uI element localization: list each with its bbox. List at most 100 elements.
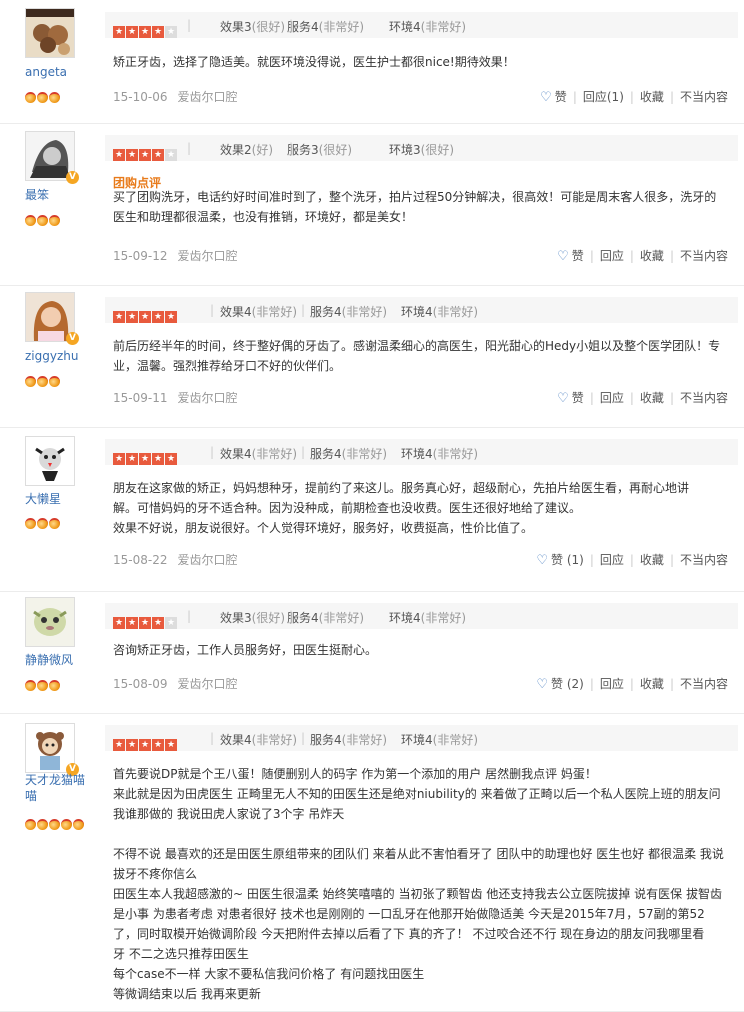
username[interactable]: ziggyzhu <box>25 348 78 364</box>
medal-icon <box>25 215 36 226</box>
medal-icon <box>49 518 60 529</box>
review-text: 买了团购洗牙，电话约好时间准时到了，整个洗牙，拍片过程50分钟解决，很高效！可能… <box>113 190 717 224</box>
review-date: 15-10-06 <box>113 90 168 104</box>
score-environment: 环境4(非常好) <box>401 447 479 461</box>
review-actions: ♡ 赞 | 回应 | 收藏 | 不当内容 <box>557 249 728 264</box>
reply-button[interactable]: 回应 <box>600 249 624 263</box>
username[interactable]: 静静微风 <box>25 652 73 668</box>
like-button[interactable]: ♡ 赞 <box>557 249 584 264</box>
star-icon: ★ <box>165 311 177 323</box>
star-icon: ★ <box>113 453 125 465</box>
shop-link[interactable]: 爱齿尔口腔 <box>177 249 237 263</box>
score-bar: ★ ★ ★ ★ ★ | 效果3(很好) 服务4(非常好) | 环境4(非常好) <box>105 12 738 38</box>
user-level-medals <box>25 211 61 226</box>
star-icon: ★ <box>139 26 151 38</box>
review-date: 15-08-09 <box>113 677 168 691</box>
favorite-button[interactable]: 收藏 <box>640 249 664 263</box>
like-button[interactable]: ♡ 赞 (1) <box>536 553 584 568</box>
review-date: 15-09-12 <box>113 249 168 263</box>
like-button[interactable]: ♡ 赞 <box>540 90 567 105</box>
score-environment: 环境4(非常好) <box>389 611 467 625</box>
report-button[interactable]: 不当内容 <box>680 90 728 104</box>
reply-button[interactable]: 回应 <box>600 391 624 405</box>
user-level-medals <box>25 815 85 830</box>
reply-button[interactable]: 回应 <box>600 677 624 691</box>
medal-icon <box>49 376 60 387</box>
user-level-medals <box>25 514 61 529</box>
medal-icon <box>37 215 48 226</box>
star-icon: ★ <box>126 617 138 629</box>
review-date: 15-09-11 <box>113 391 168 405</box>
star-icon: ★ <box>152 453 164 465</box>
report-button[interactable]: 不当内容 <box>680 249 728 263</box>
shop-link[interactable]: 爱齿尔口腔 <box>177 90 237 104</box>
star-icon: ★ <box>113 26 125 38</box>
avatar[interactable] <box>25 436 75 486</box>
favorite-button[interactable]: 收藏 <box>640 553 664 567</box>
review-text: 朋友在这家做的矫正，妈妈想种牙，提前约了来这儿。服务真心好，超级耐心，先拍片给医… <box>113 481 690 535</box>
reply-button[interactable]: 回应(1) <box>583 90 624 104</box>
star-rating: ★ ★ ★ ★ ★ <box>113 304 178 323</box>
heart-icon: ♡ <box>557 391 569 406</box>
favorite-button[interactable]: 收藏 <box>640 90 664 104</box>
score-bar: ★ ★ ★ ★ ★ | 效果4(非常好) 服务4(非常好) | 环境4(非常好) <box>105 439 738 465</box>
star-icon: ★ <box>139 617 151 629</box>
review-meta: 15-10-06 爱齿尔口腔 <box>113 88 237 105</box>
user-level-medals <box>25 88 61 103</box>
score-effect: 效果2(好) <box>220 143 274 157</box>
user-level-medals <box>25 372 61 387</box>
username[interactable]: 大懒星 <box>25 491 61 507</box>
star-icon: ★ <box>165 739 177 751</box>
avatar[interactable] <box>25 8 75 58</box>
shop-link[interactable]: 爱齿尔口腔 <box>177 677 237 691</box>
score-environment: 环境4(非常好) <box>389 20 467 34</box>
reply-button[interactable]: 回应 <box>600 553 624 567</box>
star-icon: ★ <box>165 26 177 38</box>
score-effect: 效果4(非常好) <box>220 733 298 747</box>
star-icon: ★ <box>152 26 164 38</box>
username[interactable]: angeta <box>25 64 67 80</box>
score-service: 服务4(非常好) <box>310 305 388 319</box>
star-icon: ★ <box>139 149 151 161</box>
username[interactable]: 最笨 <box>25 187 49 203</box>
vip-badge-icon: V <box>66 332 79 345</box>
favorite-button[interactable]: 收藏 <box>640 677 664 691</box>
medal-icon <box>25 819 36 830</box>
review-item: V ziggyzhu ★ ★ ★ ★ ★ | 效果4(非常好) 服务4(非常好) | 环… <box>0 285 744 428</box>
star-icon: ★ <box>126 311 138 323</box>
score-environment: 环境4(非常好) <box>401 733 479 747</box>
report-button[interactable]: 不当内容 <box>680 391 728 405</box>
like-button[interactable]: ♡ 赞 <box>557 391 584 406</box>
score-environment: 环境3(很好) <box>389 143 455 157</box>
avatar[interactable] <box>25 597 75 647</box>
like-button[interactable]: ♡ 赞 (2) <box>536 677 584 692</box>
heart-icon: ♡ <box>536 677 548 692</box>
star-icon: ★ <box>126 453 138 465</box>
medal-icon <box>37 819 48 830</box>
shop-link[interactable]: 爱齿尔口腔 <box>177 553 237 567</box>
username[interactable]: 天才龙猫喵喵 <box>25 772 85 804</box>
review-meta: 15-09-12 爱齿尔口腔 <box>113 247 237 264</box>
medal-icon <box>49 819 60 830</box>
score-bar: ★ ★ ★ ★ ★ | 效果4(非常好) 服务4(非常好) | 环境4(非常好) <box>105 725 738 751</box>
medal-icon <box>49 92 60 103</box>
medal-icon <box>25 92 36 103</box>
report-button[interactable]: 不当内容 <box>680 677 728 691</box>
review-item: V 天才龙猫喵喵 ★ ★ ★ ★ ★ | 效果4(非常好) 服务4(非常好) | 环境4… <box>0 713 744 1012</box>
shop-link[interactable]: 爱齿尔口腔 <box>177 391 237 405</box>
report-button[interactable]: 不当内容 <box>680 553 728 567</box>
review-actions: ♡ 赞 | 回应 | 收藏 | 不当内容 <box>557 391 728 406</box>
medal-icon <box>25 518 36 529</box>
star-rating: ★ ★ ★ ★ ★ <box>113 19 178 38</box>
score-bar: ★ ★ ★ ★ ★ | 效果4(非常好) 服务4(非常好) | 环境4(非常好) <box>105 297 738 323</box>
reply-count: (1) <box>606 90 624 104</box>
favorite-button[interactable]: 收藏 <box>640 391 664 405</box>
medal-icon <box>25 680 36 691</box>
star-rating: ★ ★ ★ ★ ★ <box>113 446 178 465</box>
score-bar: ★ ★ ★ ★ ★ | 效果2(好) 服务3(很好) | 环境3(很好) <box>105 135 738 161</box>
score-effect: 效果4(非常好) <box>220 447 298 461</box>
star-icon: ★ <box>113 617 125 629</box>
medal-icon <box>61 819 72 830</box>
score-environment: 环境4(非常好) <box>401 305 479 319</box>
star-icon: ★ <box>126 26 138 38</box>
